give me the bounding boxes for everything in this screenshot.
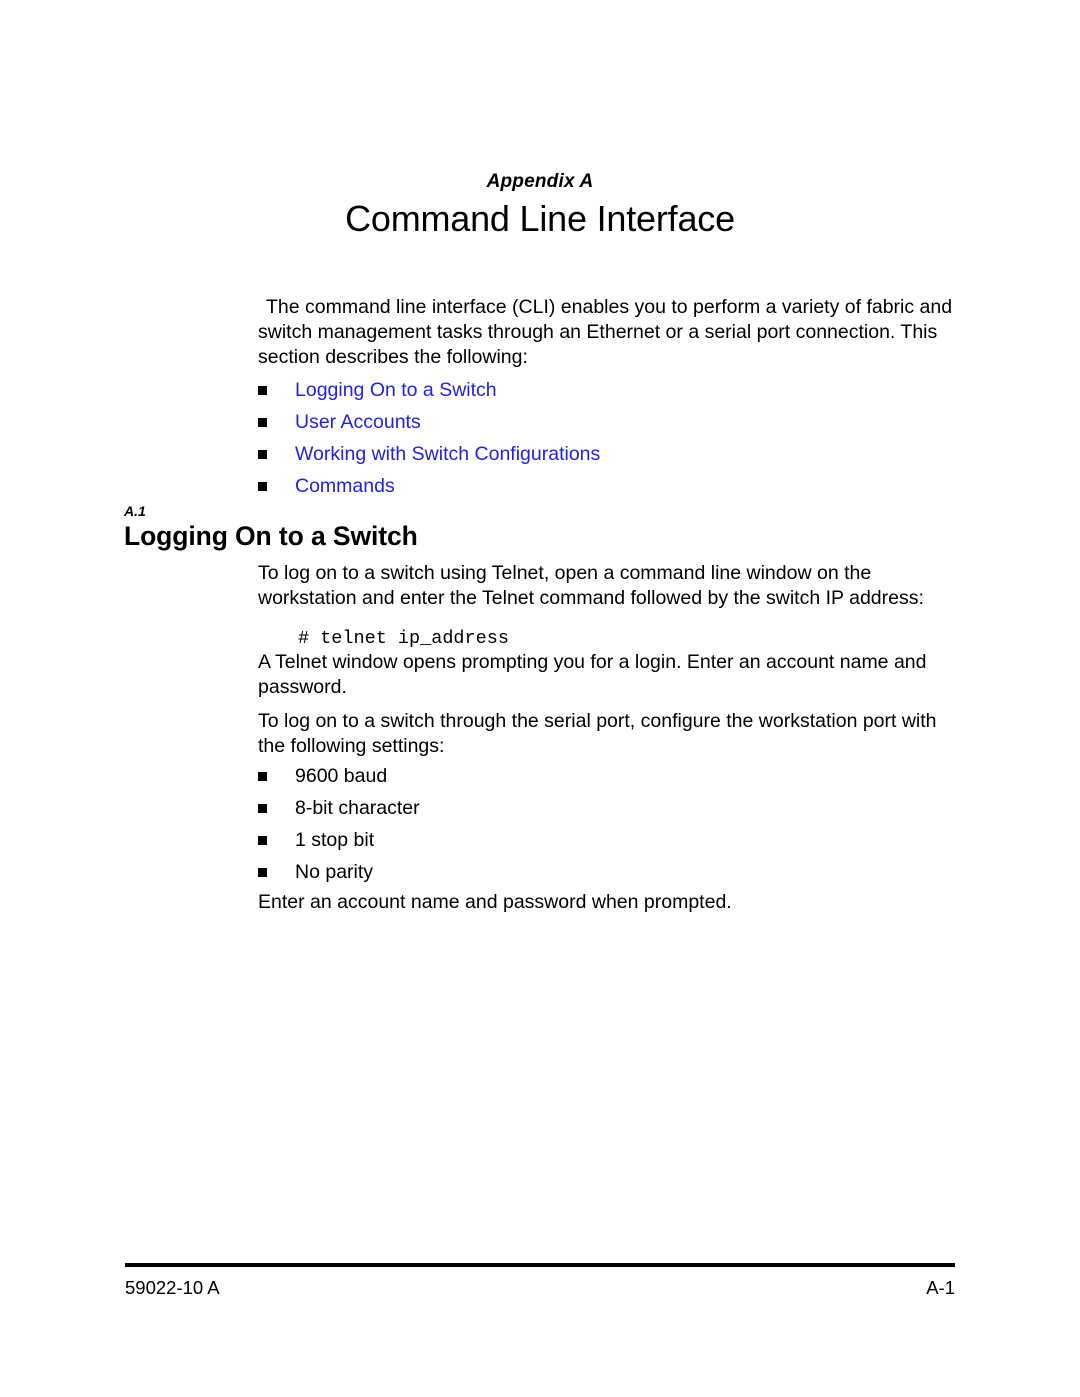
section-heading-block: A.1 Logging On to a Switch: [124, 503, 954, 552]
square-bullet-icon: [258, 450, 267, 459]
link-working-with-switch-configurations[interactable]: Working with Switch Configurations: [295, 443, 600, 465]
footer-page-number: A-1: [926, 1277, 955, 1298]
setting-stop-bit: 1 stop bit: [295, 829, 375, 851]
square-bullet-icon: [258, 482, 267, 491]
square-bullet-icon: [258, 418, 267, 427]
section-links-block: Logging On to a Switch User Accounts Wor…: [258, 374, 953, 502]
page-footer: 59022-10 A A-1: [125, 1263, 955, 1299]
list-item: 9600 baud: [258, 760, 953, 792]
list-item: 1 stop bit: [258, 824, 953, 856]
square-bullet-icon: [258, 804, 267, 813]
serial-settings-list: 9600 baud 8-bit character 1 stop bit No …: [258, 760, 953, 888]
serial-intro-paragraph: To log on to a switch through the serial…: [258, 710, 937, 757]
serial-settings-block: 9600 baud 8-bit character 1 stop bit No …: [258, 760, 953, 888]
section-number: A.1: [124, 503, 146, 519]
square-bullet-icon: [258, 836, 267, 845]
section-links-list: Logging On to a Switch User Accounts Wor…: [258, 374, 953, 502]
square-bullet-icon: [258, 772, 267, 781]
footer-divider: [125, 1263, 955, 1267]
document-page: Appendix A Command Line Interface The co…: [0, 0, 1080, 1397]
list-item[interactable]: Working with Switch Configurations: [258, 438, 953, 470]
intro-paragraph: The command line interface (CLI) enables…: [258, 296, 953, 368]
page-title: Command Line Interface: [345, 197, 735, 239]
list-item[interactable]: Logging On to a Switch: [258, 374, 953, 406]
list-item[interactable]: Commands: [258, 470, 953, 502]
telnet-login-paragraph: A Telnet window opens prompting you for …: [258, 651, 927, 698]
closing-block: Enter an account name and password when …: [258, 890, 958, 934]
setting-parity: No parity: [295, 861, 374, 883]
telnet-command-code: # telnet ip_address: [298, 628, 509, 649]
setting-baud-rate: 9600 baud: [295, 765, 388, 787]
link-user-accounts[interactable]: User Accounts: [295, 411, 421, 433]
square-bullet-icon: [258, 386, 267, 395]
square-bullet-icon: [258, 868, 267, 877]
appendix-heading-block: Appendix A Command Line Interface: [125, 171, 955, 239]
list-item[interactable]: User Accounts: [258, 406, 953, 438]
footer-document-number: 59022-10 A: [125, 1277, 220, 1298]
list-item: No parity: [258, 856, 953, 888]
appendix-label: Appendix A: [486, 171, 594, 192]
setting-character-bits: 8-bit character: [295, 797, 420, 819]
section-title: Logging On to a Switch: [124, 521, 418, 551]
list-item: 8-bit character: [258, 792, 953, 824]
telnet-intro-paragraph: To log on to a switch using Telnet, open…: [258, 562, 924, 609]
closing-paragraph: Enter an account name and password when …: [258, 891, 732, 913]
link-logging-on-to-a-switch[interactable]: Logging On to a Switch: [295, 379, 497, 401]
link-commands[interactable]: Commands: [295, 475, 395, 497]
footer-row: 59022-10 A A-1: [125, 1277, 955, 1299]
